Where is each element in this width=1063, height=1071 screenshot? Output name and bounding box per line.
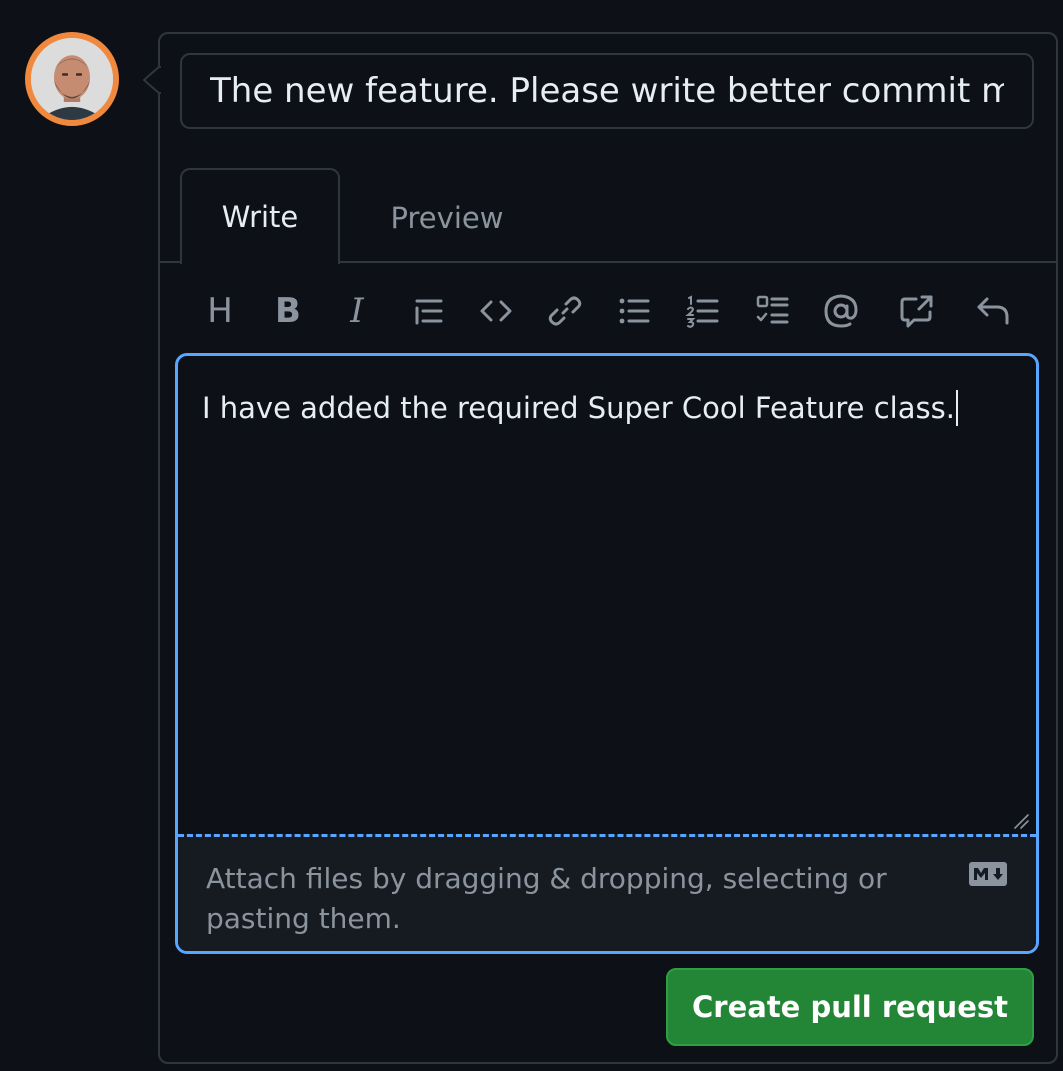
attach-files-hint: Attach files by dragging & dropping, sel… — [206, 862, 887, 935]
mention-icon — [824, 294, 858, 328]
file-attachment-area[interactable]: Attach files by dragging & dropping, sel… — [178, 834, 1036, 951]
text-caret — [955, 390, 958, 426]
bold-button[interactable]: B — [264, 287, 312, 335]
code-icon — [480, 300, 512, 322]
reply-icon — [977, 297, 1009, 325]
reply-button[interactable] — [969, 287, 1017, 335]
quote-icon — [415, 299, 443, 325]
markdown-icon[interactable] — [968, 861, 1008, 887]
comment-body-text: I have added the required Super Cool Fea… — [202, 391, 955, 425]
resize-handle-icon[interactable] — [1012, 812, 1030, 830]
bulleted-list-icon — [619, 298, 650, 324]
bulleted-list-button[interactable] — [610, 287, 658, 335]
tab-write[interactable]: Write — [180, 168, 340, 264]
mention-button[interactable] — [817, 287, 865, 335]
quote-button[interactable] — [403, 287, 451, 335]
avatar-photo — [31, 38, 113, 120]
task-list-icon — [756, 295, 789, 324]
create-pull-request-label: Create pull request — [692, 990, 1008, 1024]
italic-icon: I — [350, 291, 364, 331]
heading-icon: H — [207, 291, 233, 331]
speech-pointer — [143, 66, 161, 94]
link-button[interactable] — [541, 287, 589, 335]
cross-reference-icon — [900, 295, 933, 328]
tab-write-label: Write — [221, 200, 299, 234]
bold-icon: B — [275, 291, 301, 331]
link-icon — [548, 296, 582, 326]
code-button[interactable] — [472, 287, 520, 335]
cross-reference-button[interactable] — [893, 287, 941, 335]
comment-editor[interactable]: I have added the required Super Cool Fea… — [175, 353, 1039, 954]
numbered-list-button[interactable] — [679, 287, 727, 335]
tab-preview-label: Preview — [390, 201, 504, 235]
tab-preview[interactable]: Preview — [362, 180, 532, 256]
create-pull-request-button[interactable]: Create pull request — [666, 968, 1034, 1046]
task-list-button[interactable] — [749, 287, 797, 335]
numbered-list-icon — [685, 295, 719, 328]
pr-title-input[interactable] — [180, 53, 1034, 129]
user-avatar[interactable] — [25, 32, 119, 126]
italic-button[interactable]: I — [333, 287, 381, 335]
heading-button[interactable]: H — [196, 287, 244, 335]
comment-body-textarea[interactable]: I have added the required Super Cool Fea… — [202, 390, 958, 426]
